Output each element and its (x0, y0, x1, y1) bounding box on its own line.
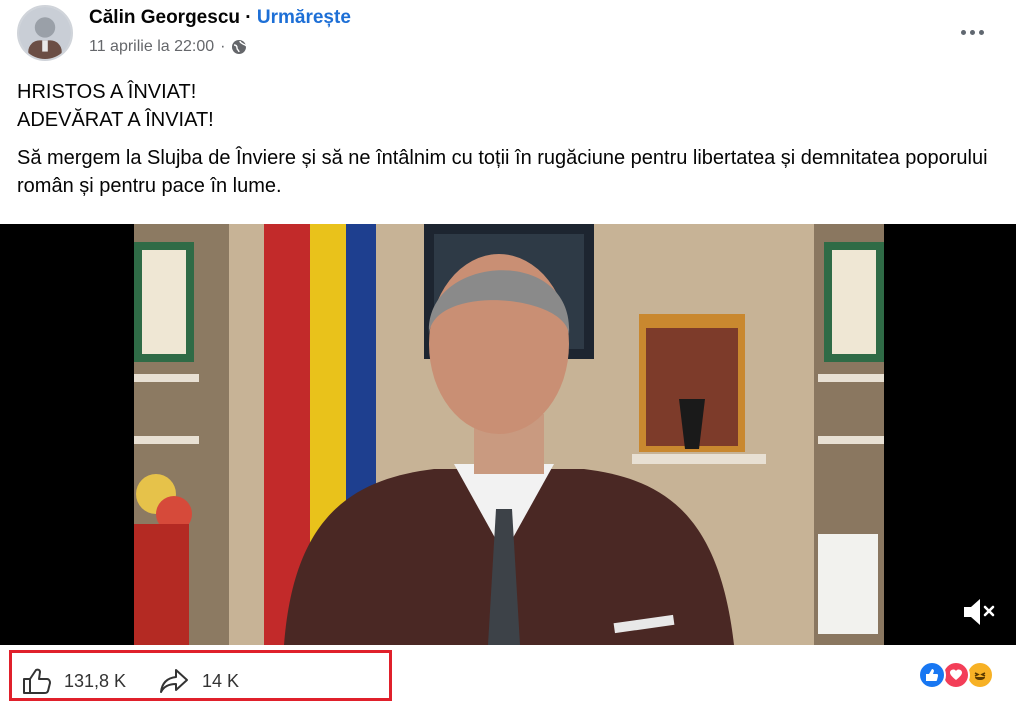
share-count: 14 K (202, 670, 240, 691)
video-still (134, 224, 884, 645)
separator-dot: · (245, 7, 252, 28)
post-timestamp[interactable]: 11 aprilie la 22:00 (89, 38, 214, 56)
share-arrow-icon (160, 669, 188, 693)
engagement-highlight-box: 131,8 K 14 K (9, 650, 392, 701)
share-stat[interactable]: 14 K (158, 667, 239, 695)
haha-reaction-icon (966, 661, 994, 689)
globe-icon[interactable] (231, 39, 248, 55)
more-options-button[interactable] (958, 18, 986, 46)
avatar[interactable] (17, 5, 73, 61)
video-player[interactable] (0, 224, 1016, 645)
like-reaction-icon (918, 661, 946, 689)
love-reaction-icon (942, 661, 970, 689)
post-footer: 131,8 K 14 K (0, 645, 1016, 707)
post-body: Să mergem la Slujba de Înviere și să ne … (17, 147, 988, 197)
post-line-2: ADEVĂRAT A ÎNVIAT! (17, 109, 214, 131)
like-stat[interactable]: 131,8 K (22, 667, 126, 695)
video-frame[interactable] (134, 224, 884, 645)
post-text: HRISTOS A ÎNVIAT! ADEVĂRAT A ÎNVIAT! Să … (17, 78, 997, 200)
reactions-summary[interactable] (918, 661, 1000, 689)
muted-speaker-icon[interactable] (962, 597, 996, 627)
thumbs-up-icon (23, 668, 51, 694)
post-header: Călin Georgescu · Urmărește 11 aprilie l… (0, 0, 1016, 66)
post-meta: 11 aprilie la 22:00 · (89, 38, 248, 56)
author-line: Călin Georgescu · Urmărește (89, 7, 351, 29)
post-line-1: HRISTOS A ÎNVIAT! (17, 81, 197, 103)
avatar-image (19, 7, 71, 59)
author-name[interactable]: Călin Georgescu (89, 7, 240, 28)
follow-button[interactable]: Urmărește (257, 7, 351, 28)
more-horizontal-icon (960, 29, 966, 35)
like-count: 131,8 K (64, 670, 127, 691)
